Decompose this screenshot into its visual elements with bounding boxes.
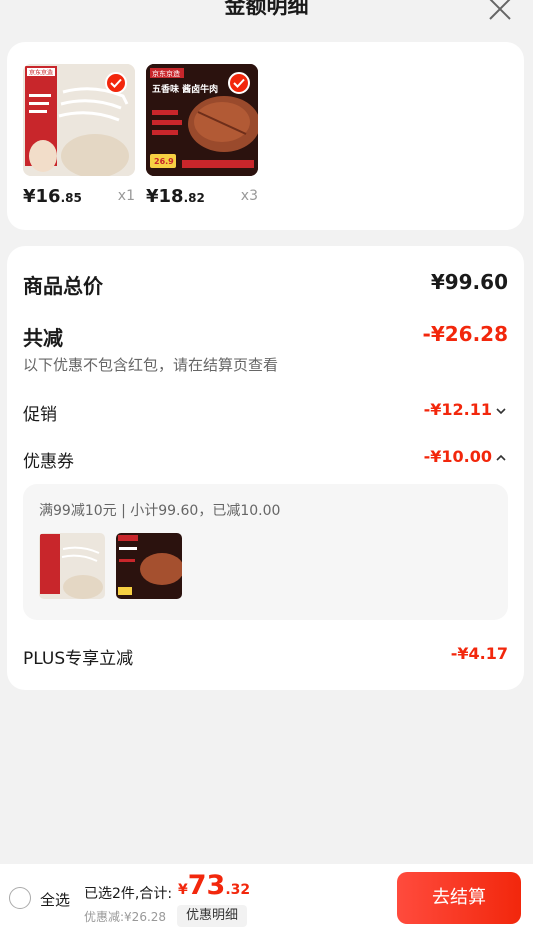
total-price-label: 商品总价 [23, 274, 103, 298]
beef-product-image: 京东京造 五香味 酱卤牛肉 26.9 [146, 64, 258, 176]
coupon-value: -¥10.00 [424, 447, 508, 466]
close-icon[interactable] [487, 0, 513, 22]
product-quantity: x3 [240, 188, 258, 204]
total-discount-value: -¥26.28 [422, 322, 508, 346]
brand-label: 京东京造 [152, 69, 180, 78]
product-headline: 五香味 酱卤牛肉 [152, 83, 218, 95]
product-price: ¥18.82 [146, 186, 205, 207]
amount-detail-card: 商品总价 ¥99.60 共减 -¥26.28 以下优惠不包含红包，请在结算页查看… [7, 246, 524, 690]
header: 金额明细 [0, 0, 533, 32]
total-amount: ¥73.32 [178, 870, 251, 901]
plus-discount-label: PLUS专享立减 [23, 649, 134, 669]
coupon-detail-text: 满99减10元 | 小计99.60，已减10.00 [39, 503, 281, 519]
discount-detail-button[interactable]: 优惠明细 [177, 905, 247, 927]
product-quantity: x1 [117, 188, 135, 204]
coupon-detail-box: 满99减10元 | 小计99.60，已减10.00 [23, 484, 508, 620]
checked-icon[interactable] [105, 72, 127, 94]
promotion-value: -¥12.11 [424, 400, 508, 419]
chevron-down-icon[interactable] [494, 405, 508, 417]
selected-count: 已选2件,合计: [84, 886, 173, 902]
price-badge: 26.9 [154, 157, 174, 166]
product-card: 京东京造 ¥16.85 x1 京东京造 五香味 酱卤牛肉 26.9 ¥18.82… [7, 42, 524, 230]
coupon-label: 优惠券 [23, 452, 74, 472]
plus-discount-value: -¥4.17 [450, 644, 508, 663]
bottom-bar: 全选 已选2件,合计: ¥73.32 优惠减:¥26.28 优惠明细 去结算 [0, 864, 533, 932]
select-all-label[interactable]: 全选 [40, 889, 70, 910]
total-discount-label: 共减 [23, 326, 63, 350]
promotion-label: 促销 [23, 405, 57, 425]
hangers-product-image: 京东京造 [23, 64, 135, 176]
beef-thumbnail [116, 533, 182, 599]
chevron-up-icon[interactable] [494, 452, 508, 464]
product-item[interactable]: 京东京造 ¥16.85 x1 [23, 64, 135, 207]
discount-note: 以下优惠不包含红包，请在结算页查看 [23, 356, 279, 374]
saved-amount: 优惠减:¥26.28 [84, 910, 167, 924]
product-item[interactable]: 京东京造 五香味 酱卤牛肉 26.9 ¥18.82 x3 [146, 64, 258, 207]
checked-icon[interactable] [228, 72, 250, 94]
total-price-value: ¥99.60 [430, 270, 508, 294]
page-title: 金额明细 [224, 0, 309, 18]
hangers-thumbnail [39, 533, 105, 599]
brand-label: 京东京造 [29, 69, 53, 77]
select-all-radio[interactable] [9, 887, 31, 909]
product-price: ¥16.85 [23, 186, 82, 207]
checkout-button[interactable]: 去结算 [397, 872, 521, 924]
